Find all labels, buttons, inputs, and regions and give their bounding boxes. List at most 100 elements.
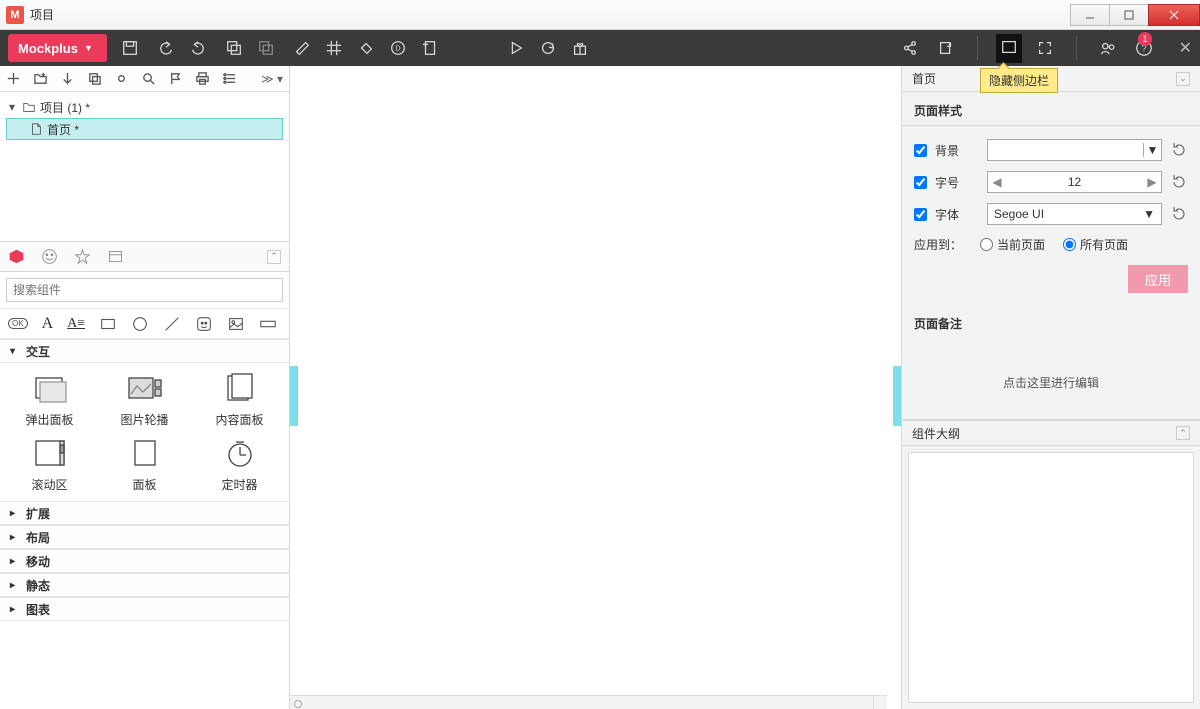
input-shape-icon[interactable]: [259, 315, 277, 333]
grid-icon[interactable]: [325, 39, 343, 57]
ungroup-icon[interactable]: [257, 39, 275, 57]
svg-text:D: D: [395, 44, 400, 53]
gift-icon[interactable]: [571, 39, 589, 57]
search-input[interactable]: [6, 278, 283, 302]
font-label: 字体: [935, 206, 979, 223]
category-extend[interactable]: ▸扩展: [0, 501, 289, 525]
font-checkbox[interactable]: [914, 208, 927, 221]
tree-page-selected[interactable]: 首页 *: [6, 118, 283, 140]
bg-color-picker[interactable]: ▼: [987, 139, 1162, 161]
canvas[interactable]: [290, 66, 902, 709]
font-select[interactable]: Segoe UI▼: [987, 203, 1162, 225]
down-icon[interactable]: [60, 71, 75, 86]
category-static[interactable]: ▸静态: [0, 573, 289, 597]
radio-current[interactable]: 当前页面: [980, 236, 1045, 253]
app-logo: M: [6, 6, 24, 24]
components-tab-icon[interactable]: [8, 248, 25, 265]
bucket-icon[interactable]: [357, 39, 375, 57]
minimize-button[interactable]: [1070, 4, 1110, 26]
left-collapse-handle[interactable]: [290, 366, 298, 426]
collapse-icon[interactable]: ⌃: [267, 250, 281, 264]
page-icon: [29, 122, 43, 136]
undo-icon[interactable]: [157, 39, 175, 57]
titlebar: M 项目: [0, 0, 1200, 30]
sync-icon[interactable]: [539, 39, 557, 57]
fullscreen-icon[interactable]: [1036, 39, 1054, 57]
smiley-shape-icon[interactable]: [195, 315, 213, 333]
list-icon[interactable]: [222, 71, 237, 86]
comp-content-panel[interactable]: 内容面板: [194, 371, 285, 428]
hide-sidebar-icon[interactable]: [1000, 38, 1018, 56]
brand-menu[interactable]: Mockplus▼: [8, 34, 107, 62]
category-layout[interactable]: ▸布局: [0, 525, 289, 549]
underline-text-icon[interactable]: A≡: [67, 316, 85, 332]
font-reset-icon[interactable]: [1170, 205, 1188, 223]
tree-root-label: 项目 (1) *: [40, 99, 90, 116]
play-icon[interactable]: [507, 39, 525, 57]
new-page-icon[interactable]: [421, 39, 439, 57]
text-shape-icon[interactable]: A: [42, 315, 54, 333]
comp-carousel[interactable]: 图片轮播: [99, 371, 190, 428]
format-painter-icon[interactable]: [293, 39, 311, 57]
rect-shape-icon[interactable]: [99, 315, 117, 333]
component-tabs: ⌃: [0, 242, 289, 272]
right-collapse-handle[interactable]: [893, 366, 901, 426]
bg-checkbox[interactable]: [914, 144, 927, 157]
redo-icon[interactable]: [189, 39, 207, 57]
more-icon[interactable]: ≫ ▾: [261, 72, 283, 86]
left-panel: ≫ ▾ ▾ 项目 (1) * 首页 * ⌃ OK A: [0, 66, 290, 709]
maximize-button[interactable]: [1109, 4, 1149, 26]
tree-root[interactable]: ▾ 项目 (1) *: [6, 96, 283, 118]
emoji-tab-icon[interactable]: [41, 248, 58, 265]
copy-icon[interactable]: [87, 71, 102, 86]
category-mobile[interactable]: ▸移动: [0, 549, 289, 573]
component-categories: ▾交互 弹出面板 图片轮播 内容面板 滚动区: [0, 339, 289, 709]
notes-editor[interactable]: 点击这里进行编辑: [902, 346, 1200, 419]
fontsize-checkbox[interactable]: [914, 176, 927, 189]
quick-shapes: OK A A≡: [0, 309, 289, 339]
link-icon[interactable]: [114, 71, 129, 86]
team-icon[interactable]: [1099, 39, 1117, 57]
button-shape-icon[interactable]: OK: [8, 318, 28, 329]
category-chart[interactable]: ▸图表: [0, 597, 289, 621]
comp-scroll-area[interactable]: 滚动区: [4, 436, 95, 493]
right-collapse-icon[interactable]: ⌄: [1176, 72, 1190, 86]
bg-reset-icon[interactable]: [1170, 141, 1188, 159]
notification-badge[interactable]: 1: [1138, 32, 1152, 46]
add-icon[interactable]: [6, 71, 21, 86]
fontsize-stepper[interactable]: ◀12▶: [987, 171, 1162, 193]
masters-tab-icon[interactable]: [107, 248, 124, 265]
panel-close-icon[interactable]: ✕: [1179, 38, 1192, 58]
right-panel: 首页 ⌄ 页面样式 背景 ▼ 字号 ◀12▶ 字体 Segoe UI▼ 应用到：: [902, 66, 1200, 709]
line-shape-icon[interactable]: [163, 315, 181, 333]
outline-body[interactable]: [908, 452, 1194, 703]
window-title: 项目: [30, 6, 54, 23]
close-button[interactable]: [1148, 4, 1200, 26]
star-tab-icon[interactable]: [74, 248, 91, 265]
comp-popup-panel[interactable]: 弹出面板: [4, 371, 95, 428]
category-interact[interactable]: ▾交互: [0, 339, 289, 363]
bg-label: 背景: [935, 142, 979, 159]
apply-button[interactable]: 应用: [1128, 265, 1188, 293]
tree-page-label: 首页 *: [47, 121, 79, 138]
circle-shape-icon[interactable]: [131, 315, 149, 333]
d-circle-icon[interactable]: D: [389, 39, 407, 57]
outline-collapse-icon[interactable]: ⌃: [1176, 426, 1190, 440]
radio-all[interactable]: 所有页面: [1063, 236, 1128, 253]
section-page-style: 页面样式: [902, 92, 1200, 126]
main-toolbar: Mockplus▼ D: [0, 30, 1200, 66]
export-icon[interactable]: [937, 39, 955, 57]
comp-timer[interactable]: 定时器: [194, 436, 285, 493]
fontsize-reset-icon[interactable]: [1170, 173, 1188, 191]
folder-add-icon[interactable]: [33, 71, 48, 86]
search-icon[interactable]: [141, 71, 156, 86]
canvas-scrollbar[interactable]: [290, 695, 887, 709]
comp-panel[interactable]: 面板: [99, 436, 190, 493]
image-shape-icon[interactable]: [227, 315, 245, 333]
share-icon[interactable]: [901, 39, 919, 57]
save-icon[interactable]: [121, 39, 139, 57]
project-tree: ▾ 项目 (1) * 首页 *: [0, 92, 289, 242]
print-icon[interactable]: [195, 71, 210, 86]
flag-icon[interactable]: [168, 71, 183, 86]
group-icon[interactable]: [225, 39, 243, 57]
